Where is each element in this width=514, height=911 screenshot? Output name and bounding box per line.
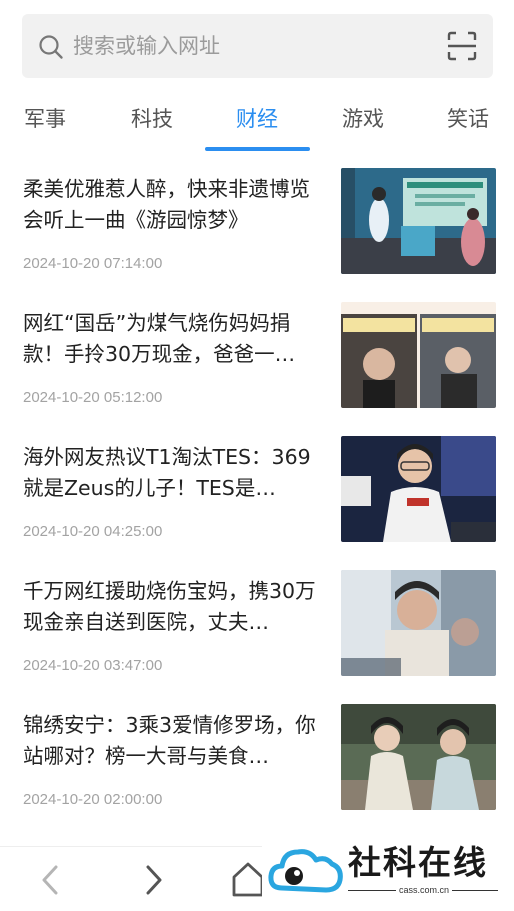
tab-jokes[interactable]: 笑话 (447, 104, 489, 134)
news-item[interactable]: 柔美优雅惹人醉，快来非遗博览会听上一曲《游园惊梦》 2024-10-20 07:… (0, 166, 514, 276)
site-watermark: 社科在线 cass.com.cn (262, 830, 514, 911)
news-thumbnail[interactable] (341, 302, 496, 408)
tab-finance[interactable]: 财经 (236, 104, 278, 134)
news-time: 2024-10-20 02:00:00 (23, 791, 163, 808)
news-item[interactable]: 锦绣安宁：3乘3爱情修罗场，你站哪对？榜一大哥与美食… 2024-10-20 0… (0, 702, 514, 812)
back-arrow-icon[interactable] (36, 863, 64, 897)
forward-arrow-icon[interactable] (140, 863, 168, 897)
news-thumbnail[interactable] (341, 168, 496, 274)
news-item[interactable]: 海外网友热议T1淘汰TES：369就是Zeus的儿子！TES是… 2024-10… (0, 434, 514, 544)
news-thumbnail[interactable] (341, 436, 496, 542)
news-item[interactable]: 网红“国岳”为煤气烧伤妈妈捐款！手拎30万现金，爸爸一… 2024-10-20 … (0, 300, 514, 410)
news-time: 2024-10-20 04:25:00 (23, 523, 163, 540)
home-icon[interactable] (230, 859, 266, 899)
news-thumbnail[interactable] (341, 704, 496, 810)
scan-icon[interactable] (447, 31, 477, 61)
news-time: 2024-10-20 05:12:00 (23, 389, 163, 406)
news-title[interactable]: 网红“国岳”为煤气烧伤妈妈捐款！手拎30万现金，爸爸一… (23, 308, 329, 370)
news-item[interactable]: 千万网红援助烧伤宝妈，携30万现金亲自送到医院，丈夫… 2024-10-20 0… (0, 568, 514, 678)
search-icon (39, 35, 63, 59)
search-input[interactable]: 搜索或输入网址 (73, 32, 220, 60)
watermark-url: cass.com.cn (396, 885, 453, 895)
tab-tech[interactable]: 科技 (131, 104, 173, 134)
watermark-name: 社科在线 (348, 843, 488, 882)
news-time: 2024-10-20 07:14:00 (23, 255, 163, 272)
active-tab-indicator (205, 147, 310, 151)
news-title[interactable]: 柔美优雅惹人醉，快来非遗博览会听上一曲《游园惊梦》 (23, 174, 329, 236)
news-title[interactable]: 千万网红援助烧伤宝妈，携30万现金亲自送到医院，丈夫… (23, 576, 329, 638)
news-title[interactable]: 锦绣安宁：3乘3爱情修罗场，你站哪对？榜一大哥与美食… (23, 710, 329, 772)
tab-games[interactable]: 游戏 (342, 104, 384, 134)
news-thumbnail[interactable] (341, 570, 496, 676)
cloud-eye-logo-icon (268, 849, 343, 893)
news-time: 2024-10-20 03:47:00 (23, 657, 163, 674)
news-title[interactable]: 海外网友热议T1淘汰TES：369就是Zeus的儿子！TES是… (23, 442, 329, 504)
category-tabs: 军事 科技 财经 游戏 笑话 (0, 96, 514, 156)
search-bar[interactable]: 搜索或输入网址 (22, 14, 493, 78)
tab-military[interactable]: 军事 (24, 104, 66, 134)
